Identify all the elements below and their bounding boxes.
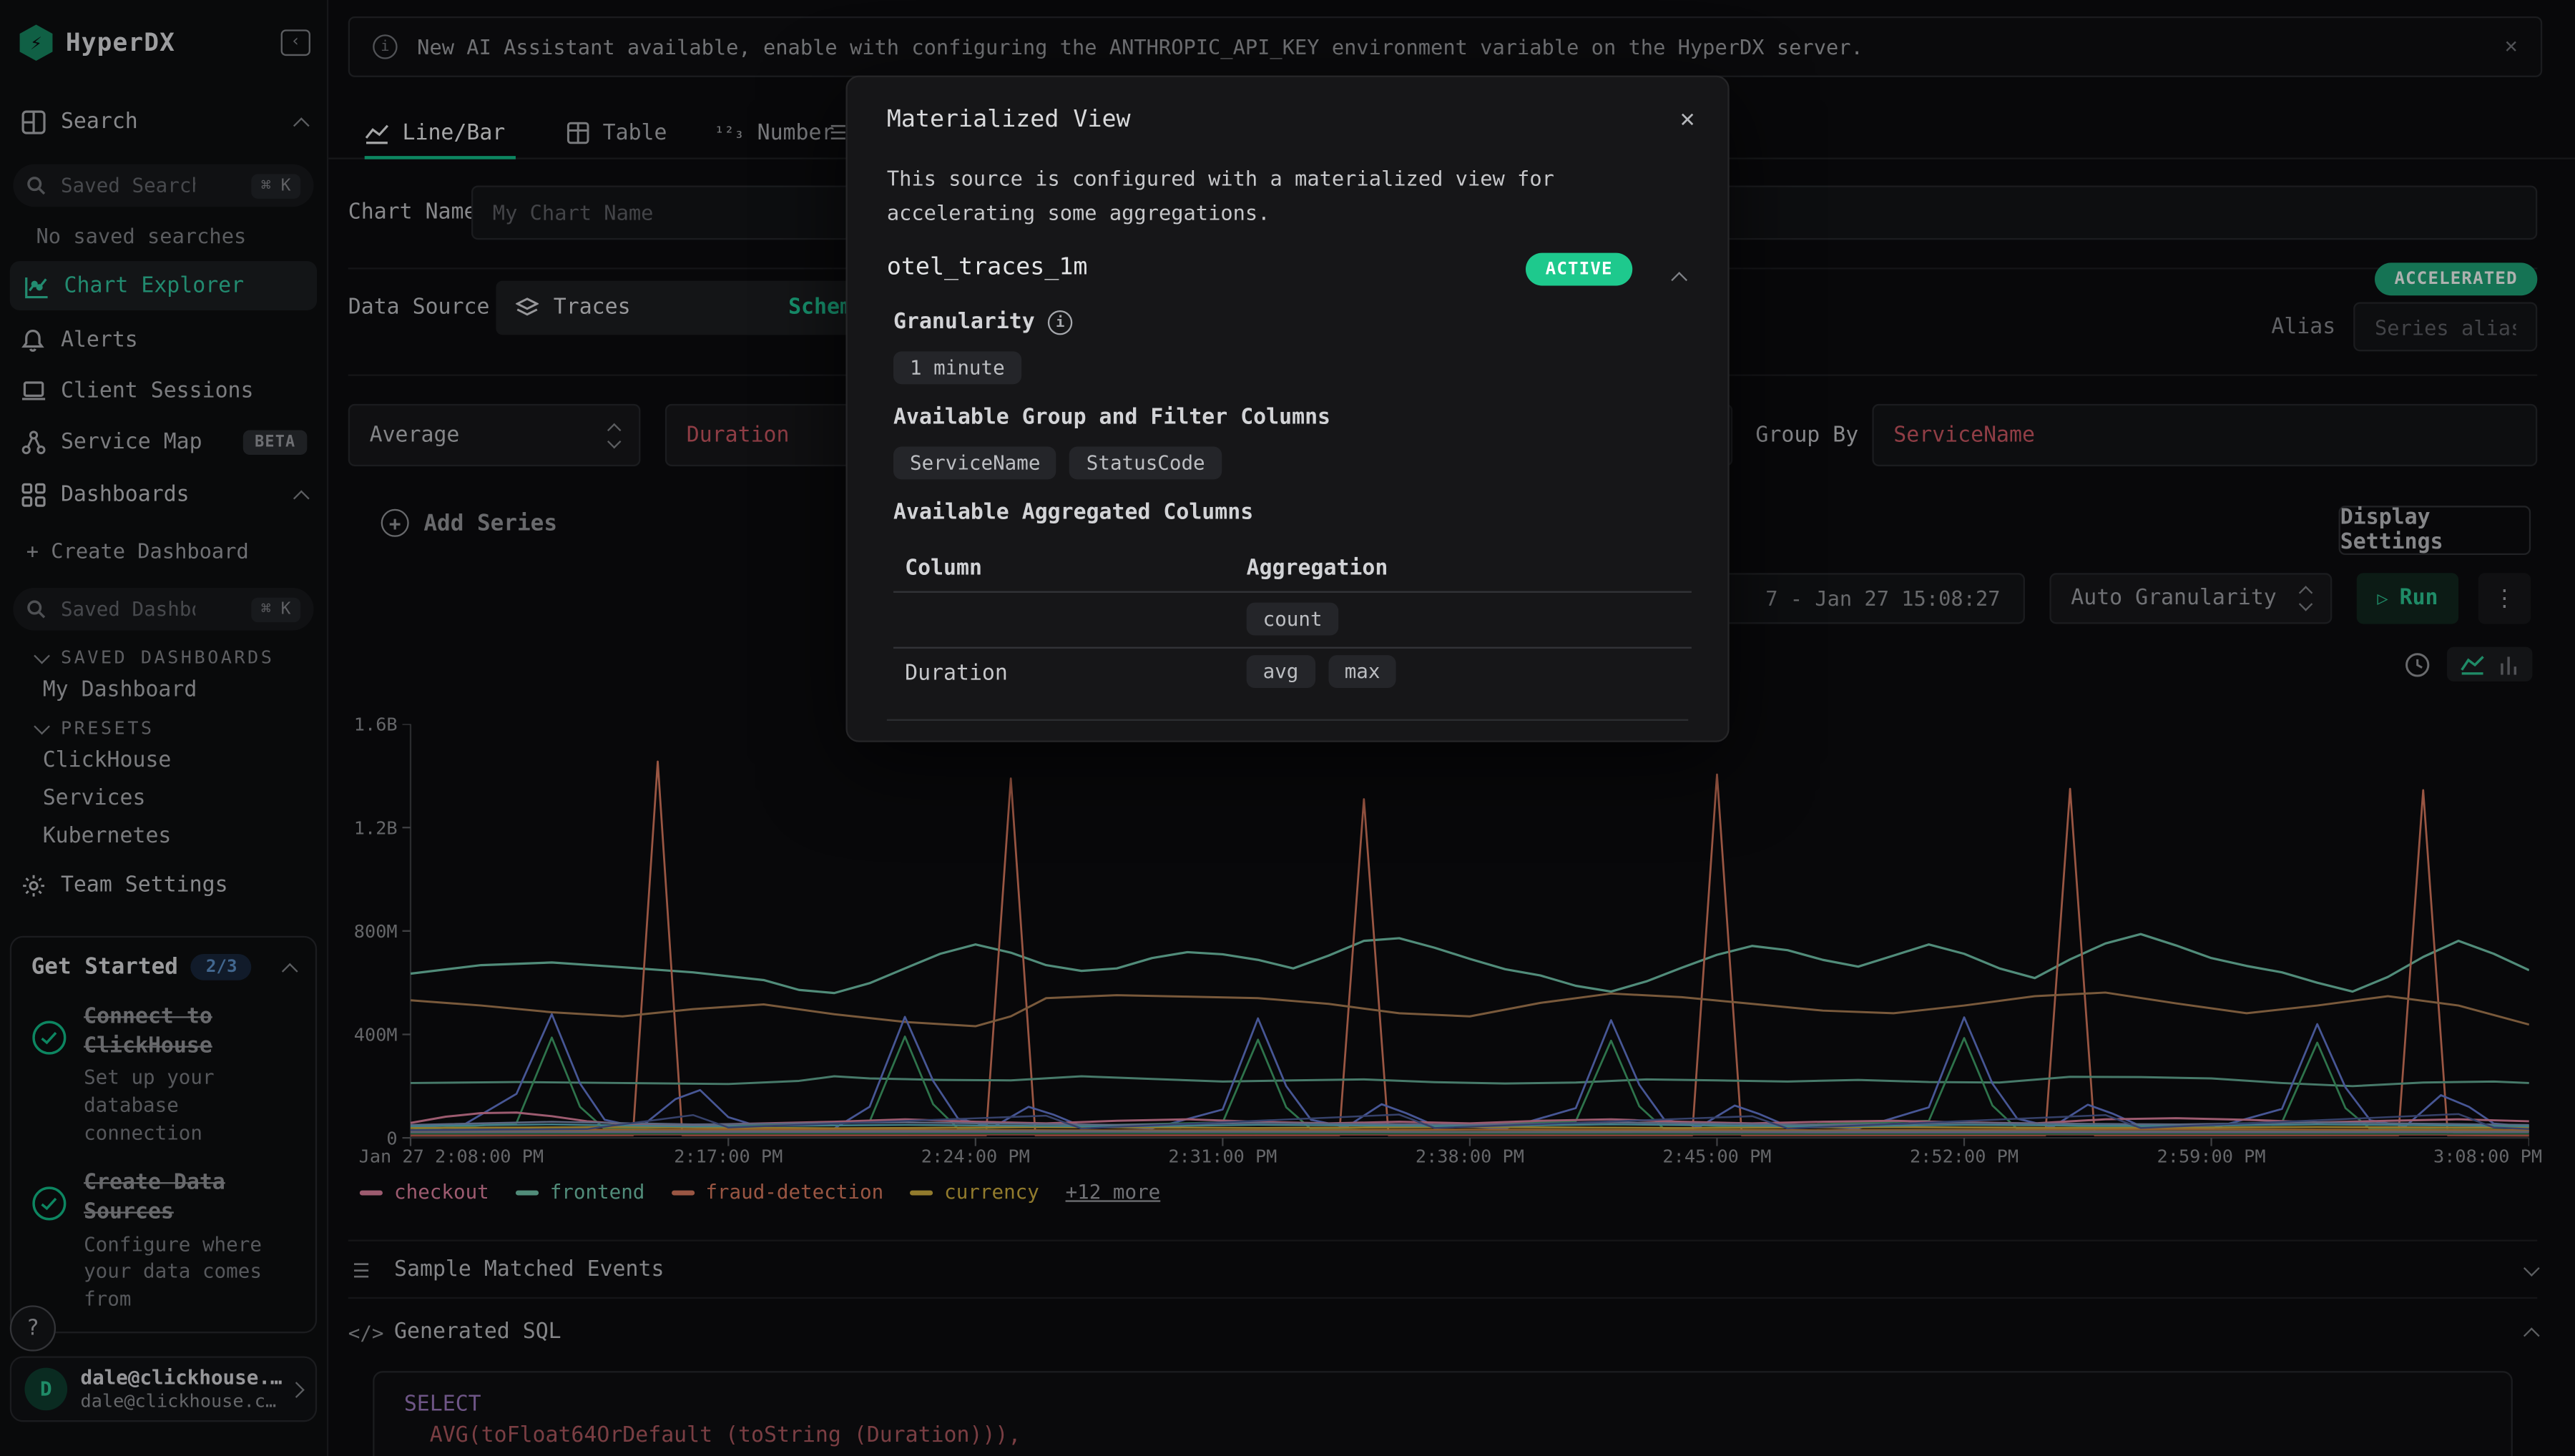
granularity-section: Granularity i (893, 310, 1072, 335)
filter-column-chip: ServiceName (893, 447, 1056, 480)
filter-columns-label: Available Group and Filter Columns (893, 405, 1330, 430)
filter-columns-chips: ServiceName StatusCode (893, 447, 1222, 480)
filter-column-chip: StatusCode (1070, 447, 1222, 480)
materialized-view-modal: Materialized View ✕ This source is confi… (845, 76, 1729, 742)
table-row-aggregations: avg max (1247, 655, 1397, 688)
granularity-chip-wrap: 1 minute (893, 351, 1021, 384)
table-row-column: Duration (905, 661, 1008, 686)
aggregated-columns-label: Available Aggregated Columns (893, 501, 1253, 525)
modal-description: This source is configured with a materia… (887, 162, 1695, 230)
modal-title: Materialized View (887, 107, 1131, 133)
status-badge: ACTIVE (1526, 253, 1632, 286)
hyperdx-app: ⚡ HyperDX ‹ Search ⌘ K No saved searches… (0, 0, 2575, 1456)
close-icon[interactable]: ✕ (1680, 104, 1695, 133)
table-row-aggregations: count (1247, 603, 1339, 636)
table-divider (893, 591, 1692, 593)
modal-footer-divider (887, 719, 1688, 721)
aggregation-chip: avg (1247, 655, 1315, 688)
table-header-column: Column (905, 556, 982, 581)
granularity-value-chip: 1 minute (893, 351, 1021, 384)
aggregation-chip: count (1247, 603, 1339, 636)
table-divider (893, 647, 1692, 649)
aggregation-chip: max (1328, 655, 1397, 688)
view-name: otel_traces_1m (887, 255, 1088, 281)
granularity-label: Granularity (893, 310, 1035, 335)
chevron-up-icon[interactable] (1671, 272, 1687, 288)
info-icon[interactable]: i (1048, 310, 1072, 335)
table-header-aggregation: Aggregation (1247, 556, 1388, 581)
